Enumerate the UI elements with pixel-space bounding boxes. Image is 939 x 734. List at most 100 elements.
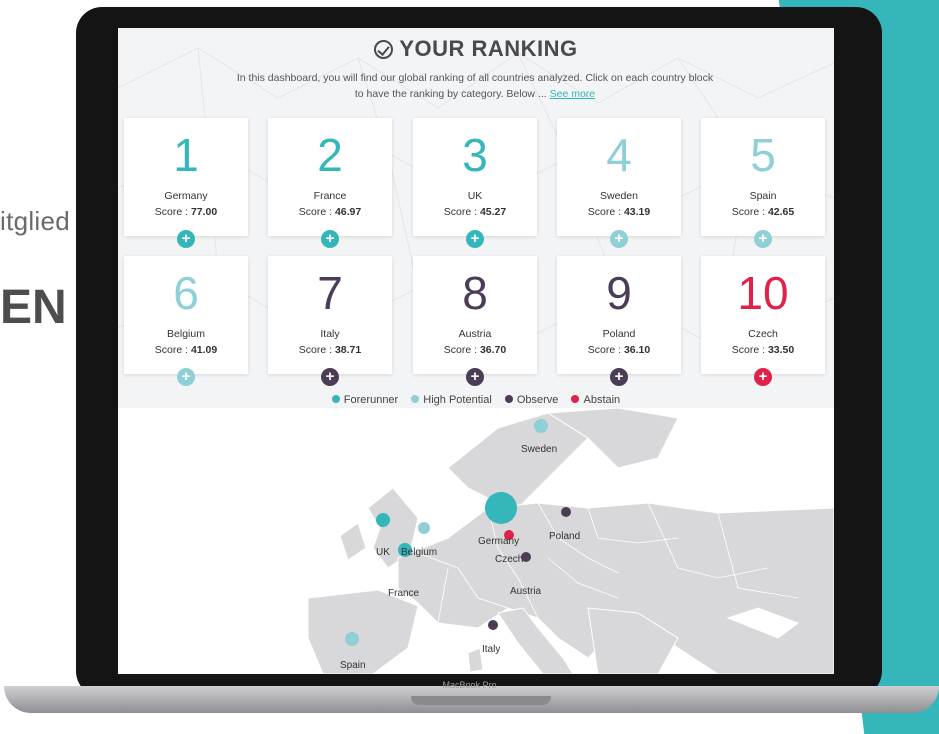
germany-bubble[interactable] <box>485 492 517 524</box>
rank-number: 1 <box>173 129 199 181</box>
ranking-card-uk[interactable]: 3 UK Score : 45.27 + <box>413 118 537 248</box>
europe-map[interactable]: Sweden Germany Poland UK Belgium Czech F… <box>118 408 834 674</box>
page-title: YOUR RANKING <box>118 36 834 62</box>
score-line: Score : 33.50 <box>701 344 825 356</box>
score-line: Score : 43.19 <box>557 206 681 218</box>
score-value: 36.10 <box>623 344 651 356</box>
legend-item-observe: Observe <box>504 394 559 406</box>
plus-circle-icon[interactable]: + <box>321 368 339 386</box>
see-more-link[interactable]: See more <box>550 88 596 100</box>
rank-number: 7 <box>317 267 343 319</box>
italy-bubble[interactable] <box>488 620 498 630</box>
rank-number: 10 <box>737 267 789 319</box>
map-label-czech: Czech <box>495 554 524 565</box>
rank-number: 5 <box>750 129 776 181</box>
observe-dot-icon <box>504 395 513 403</box>
score-line: Score : 38.71 <box>268 344 392 356</box>
ranking-card-belgium[interactable]: 6 Belgium Score : 41.09 + <box>124 256 248 386</box>
intro-body: In this dashboard, you will find our glo… <box>236 72 714 100</box>
score-line: Score : 36.70 <box>413 344 537 356</box>
poland-bubble[interactable] <box>561 507 571 517</box>
ranking-card-czech[interactable]: 10 Czech Score : 33.50 + <box>701 256 825 386</box>
score-value: 77.00 <box>190 206 218 218</box>
score-label: Score : <box>154 344 189 356</box>
rank-number: 8 <box>462 267 488 319</box>
score-line: Score : 77.00 <box>124 206 248 218</box>
plus-circle-icon[interactable]: + <box>177 230 195 248</box>
sweden-bubble[interactable] <box>534 419 548 433</box>
score-label: Score : <box>298 344 333 356</box>
map-label-poland: Poland <box>549 531 581 542</box>
uk-bubble[interactable] <box>376 513 390 527</box>
plus-circle-icon[interactable]: + <box>321 230 339 248</box>
country-name: Sweden <box>600 190 638 202</box>
plus-circle-icon[interactable]: + <box>610 368 628 386</box>
score-label: Score : <box>298 206 333 218</box>
score-label: Score : <box>731 206 766 218</box>
country-name: Italy <box>320 328 340 340</box>
score-line: Score : 41.09 <box>124 344 248 356</box>
score-value: 43.19 <box>623 206 651 218</box>
plus-circle-icon[interactable]: + <box>754 368 772 386</box>
plus-circle-icon[interactable]: + <box>610 230 628 248</box>
legend-label: High Potential <box>423 394 492 406</box>
score-label: Score : <box>731 344 766 356</box>
score-value: 38.71 <box>334 344 362 356</box>
background-heading: EN <box>0 281 67 334</box>
plus-circle-icon[interactable]: + <box>754 230 772 248</box>
forerunner-dot-icon <box>331 395 340 403</box>
map-canvas <box>118 408 834 674</box>
map-label-germany: Germany <box>478 536 520 547</box>
score-label: Score : <box>587 206 622 218</box>
ranking-card-italy[interactable]: 7 Italy Score : 38.71 + <box>268 256 392 386</box>
ranking-card-austria[interactable]: 8 Austria Score : 36.70 + <box>413 256 537 386</box>
rank-number: 2 <box>317 129 343 181</box>
country-name: Austria <box>458 328 492 340</box>
plus-circle-icon[interactable]: + <box>177 368 195 386</box>
score-value: 45.27 <box>479 206 507 218</box>
score-line: Score : 46.97 <box>268 206 392 218</box>
plus-circle-icon[interactable]: + <box>466 230 484 248</box>
rank-number: 6 <box>173 267 199 319</box>
map-label-france: France <box>388 588 420 599</box>
check-circle-icon <box>374 40 394 59</box>
legend-label: Abstain <box>583 394 621 406</box>
score-value: 33.50 <box>767 344 795 356</box>
abstain-dot-icon <box>571 395 580 403</box>
country-name: UK <box>467 190 483 202</box>
legend-item-forerunner: Forerunner <box>331 394 399 406</box>
laptop-label: MacBook Pro <box>442 680 497 690</box>
score-value: 41.09 <box>190 344 218 356</box>
ranking-card-poland[interactable]: 9 Poland Score : 36.10 + <box>557 256 681 386</box>
legend-label: Forerunner <box>343 394 399 406</box>
high-potential-dot-icon <box>411 395 420 403</box>
rank-number: 3 <box>462 129 488 181</box>
map-label-spain: Spain <box>340 660 366 671</box>
score-label: Score : <box>443 206 478 218</box>
country-name: Belgium <box>167 328 205 340</box>
map-label-uk: UK <box>376 547 390 558</box>
legend-item-high-potential: High Potential <box>411 394 492 406</box>
legend-item-abstain: Abstain <box>571 394 620 406</box>
score-label: Score : <box>443 344 478 356</box>
country-name: France <box>313 190 347 202</box>
intro-text: In this dashboard, you will find our glo… <box>235 70 715 102</box>
ranking-card-spain[interactable]: 5 Spain Score : 42.65 + <box>701 118 825 248</box>
country-name: Germany <box>164 190 208 202</box>
page-title-text: YOUR RANKING <box>399 36 578 61</box>
laptop-notch <box>411 696 551 705</box>
ranking-card-germany[interactable]: 1 Germany Score : 77.00 + <box>124 118 248 248</box>
plus-circle-icon[interactable]: + <box>466 368 484 386</box>
background-text: itglied <box>0 206 71 236</box>
rank-number: 9 <box>606 267 632 319</box>
ranking-card-france[interactable]: 2 France Score : 46.97 + <box>268 118 392 248</box>
belgium-bubble[interactable] <box>418 522 430 534</box>
legend-label: Observe <box>516 394 559 406</box>
legend: Forerunner High Potential Observe Abstai… <box>118 394 834 406</box>
score-value: 42.65 <box>767 206 795 218</box>
country-name: Czech <box>748 328 778 340</box>
map-label-sweden: Sweden <box>521 444 558 455</box>
score-line: Score : 36.10 <box>557 344 681 356</box>
spain-bubble[interactable] <box>345 632 359 646</box>
ranking-card-sweden[interactable]: 4 Sweden Score : 43.19 + <box>557 118 681 248</box>
